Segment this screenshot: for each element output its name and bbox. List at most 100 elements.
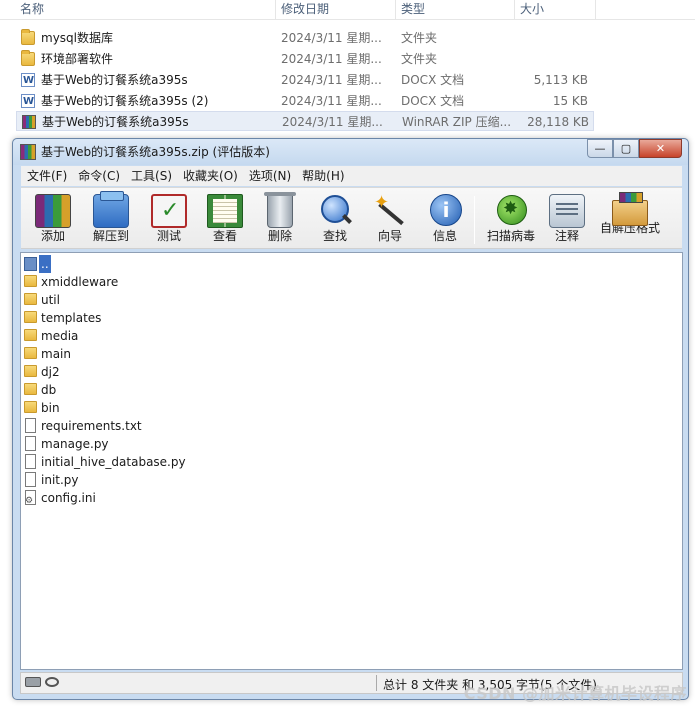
folder-icon bbox=[24, 293, 37, 305]
toolbar-label: 注释 bbox=[554, 229, 579, 243]
file-type: DOCX 文档 bbox=[401, 73, 465, 87]
menu-help[interactable]: 帮助(H) bbox=[296, 166, 349, 186]
docx-icon bbox=[21, 71, 35, 91]
add-archive-icon bbox=[35, 194, 71, 228]
file-name: templates bbox=[41, 311, 102, 325]
file-size: 15 KB bbox=[552, 94, 588, 108]
delete-button[interactable]: 删除 bbox=[254, 192, 306, 248]
column-size[interactable]: 大小 bbox=[516, 0, 596, 20]
archive-file-list[interactable]: .. xmiddleware util templates media main… bbox=[20, 252, 683, 670]
folder-icon bbox=[24, 365, 37, 377]
sfx-box-icon bbox=[612, 192, 648, 226]
sfx-button[interactable]: 自解压格式 bbox=[595, 192, 665, 248]
file-icon bbox=[25, 436, 36, 451]
minimize-button[interactable]: — bbox=[587, 139, 613, 158]
key-icon[interactable] bbox=[45, 677, 59, 687]
info-icon bbox=[427, 194, 463, 228]
maximize-button[interactable]: ▢ bbox=[613, 139, 639, 158]
parent-folder-icon bbox=[24, 257, 37, 271]
wizard-button[interactable]: 向导 bbox=[364, 192, 416, 248]
winrar-app-icon bbox=[20, 144, 36, 160]
menu-tools[interactable]: 工具(S) bbox=[125, 166, 177, 186]
virus-scan-icon bbox=[493, 194, 529, 228]
file-name: mysql数据库 bbox=[41, 31, 113, 45]
file-name: bin bbox=[41, 401, 60, 415]
toolbar-label: 信息 bbox=[432, 229, 457, 243]
trash-icon bbox=[264, 192, 296, 228]
find-button[interactable]: 查找 bbox=[309, 194, 361, 248]
file-name: initial_hive_database.py bbox=[41, 455, 186, 469]
status-icons bbox=[25, 677, 59, 687]
folder-icon bbox=[24, 311, 37, 323]
window-controls: — ▢ ✕ bbox=[587, 139, 682, 158]
menu-file[interactable]: 文件(F) bbox=[21, 166, 72, 186]
file-type: DOCX 文档 bbox=[401, 94, 465, 108]
menu-bar: 文件(F) 命令(C) 工具(S) 收藏夹(O) 选项(N) 帮助(H) bbox=[21, 166, 682, 186]
file-name: config.ini bbox=[41, 491, 96, 505]
file-icon bbox=[25, 472, 36, 487]
explorer-row[interactable]: 基于Web的订餐系统a395s 2024/3/11 星期... DOCX 文档 … bbox=[16, 70, 594, 91]
winrar-window: 基于Web的订餐系统a395s.zip (评估版本) — ▢ ✕ 文件(F) 命… bbox=[12, 138, 689, 700]
extract-to-button[interactable]: 解压到 bbox=[85, 191, 137, 248]
file-size: 28,118 KB bbox=[527, 115, 589, 129]
file-size bbox=[516, 28, 588, 48]
file-icon bbox=[25, 418, 36, 433]
watermark: CSDN @加米计算机毕设程序 bbox=[463, 684, 687, 703]
file-type: 文件夹 bbox=[401, 31, 438, 45]
close-button[interactable]: ✕ bbox=[639, 139, 682, 158]
toolbar-label: 删除 bbox=[267, 229, 292, 243]
file-name: dj2 bbox=[41, 365, 60, 379]
file-name: requirements.txt bbox=[41, 419, 142, 433]
file-name: util bbox=[41, 293, 60, 307]
explorer-column-header: 名称 修改日期 类型 大小 bbox=[0, 0, 695, 20]
folder-icon bbox=[21, 50, 35, 66]
toolbar-label: 扫描病毒 bbox=[486, 229, 535, 243]
menu-options[interactable]: 选项(N) bbox=[243, 166, 296, 186]
title-bar[interactable]: 基于Web的订餐系统a395s.zip (评估版本) — ▢ ✕ bbox=[13, 139, 688, 165]
file-size: 5,113 KB bbox=[533, 73, 588, 87]
folder-icon bbox=[24, 401, 37, 413]
menu-commands[interactable]: 命令(C) bbox=[72, 166, 125, 186]
view-button[interactable]: 查看 bbox=[199, 194, 251, 248]
file-size bbox=[516, 49, 588, 69]
folder-icon bbox=[24, 383, 37, 395]
config-file-icon bbox=[25, 490, 36, 510]
explorer-row-selected[interactable]: 基于Web的订餐系统a395s 2024/3/11 星期... WinRAR Z… bbox=[16, 111, 594, 131]
file-type: WinRAR ZIP 压缩... bbox=[402, 115, 512, 129]
explorer-row[interactable]: 基于Web的订餐系统a395s (2) 2024/3/11 星期... DOCX… bbox=[16, 91, 594, 112]
toolbar-label: 查找 bbox=[322, 229, 347, 243]
add-button[interactable]: 添加 bbox=[27, 194, 79, 248]
column-date[interactable]: 修改日期 bbox=[277, 0, 396, 20]
status-separator bbox=[376, 675, 377, 691]
magnifier-icon bbox=[317, 194, 353, 228]
file-type: 文件夹 bbox=[401, 52, 438, 66]
column-name[interactable]: 名称 bbox=[16, 0, 276, 20]
toolbar-separator bbox=[474, 196, 475, 244]
explorer-row[interactable]: 环境部署软件 2024/3/11 星期... 文件夹 bbox=[16, 49, 594, 69]
file-name: 基于Web的订餐系统a395s bbox=[41, 73, 188, 87]
info-button[interactable]: 信息 bbox=[419, 194, 471, 248]
wizard-wand-icon bbox=[372, 192, 408, 228]
file-date: 2024/3/11 星期... bbox=[282, 115, 383, 129]
drive-icon[interactable] bbox=[25, 677, 41, 687]
file-name: manage.py bbox=[41, 437, 109, 451]
test-button[interactable]: 测试 bbox=[143, 194, 195, 248]
virus-scan-button[interactable]: 扫描病毒 bbox=[481, 194, 541, 248]
comment-icon bbox=[549, 194, 585, 228]
folder-icon bbox=[24, 347, 37, 359]
toolbar-label: 添加 bbox=[40, 229, 65, 243]
file-date: 2024/3/11 星期... bbox=[281, 94, 382, 108]
file-date: 2024/3/11 星期... bbox=[281, 52, 382, 66]
folder-icon bbox=[21, 29, 35, 45]
file-date: 2024/3/11 星期... bbox=[281, 73, 382, 87]
toolbar-label: 测试 bbox=[156, 229, 181, 243]
file-name: 基于Web的订餐系统a395s bbox=[42, 115, 189, 129]
file-icon bbox=[25, 454, 36, 469]
comment-button[interactable]: 注释 bbox=[541, 194, 593, 248]
column-type[interactable]: 类型 bbox=[397, 0, 515, 20]
menu-favorites[interactable]: 收藏夹(O) bbox=[177, 166, 243, 186]
explorer-background: 名称 修改日期 类型 大小 mysql数据库 2024/3/11 星期... 文… bbox=[0, 0, 695, 135]
test-icon bbox=[151, 194, 187, 228]
explorer-row[interactable]: mysql数据库 2024/3/11 星期... 文件夹 bbox=[16, 28, 594, 48]
toolbar-label: 查看 bbox=[212, 229, 237, 243]
